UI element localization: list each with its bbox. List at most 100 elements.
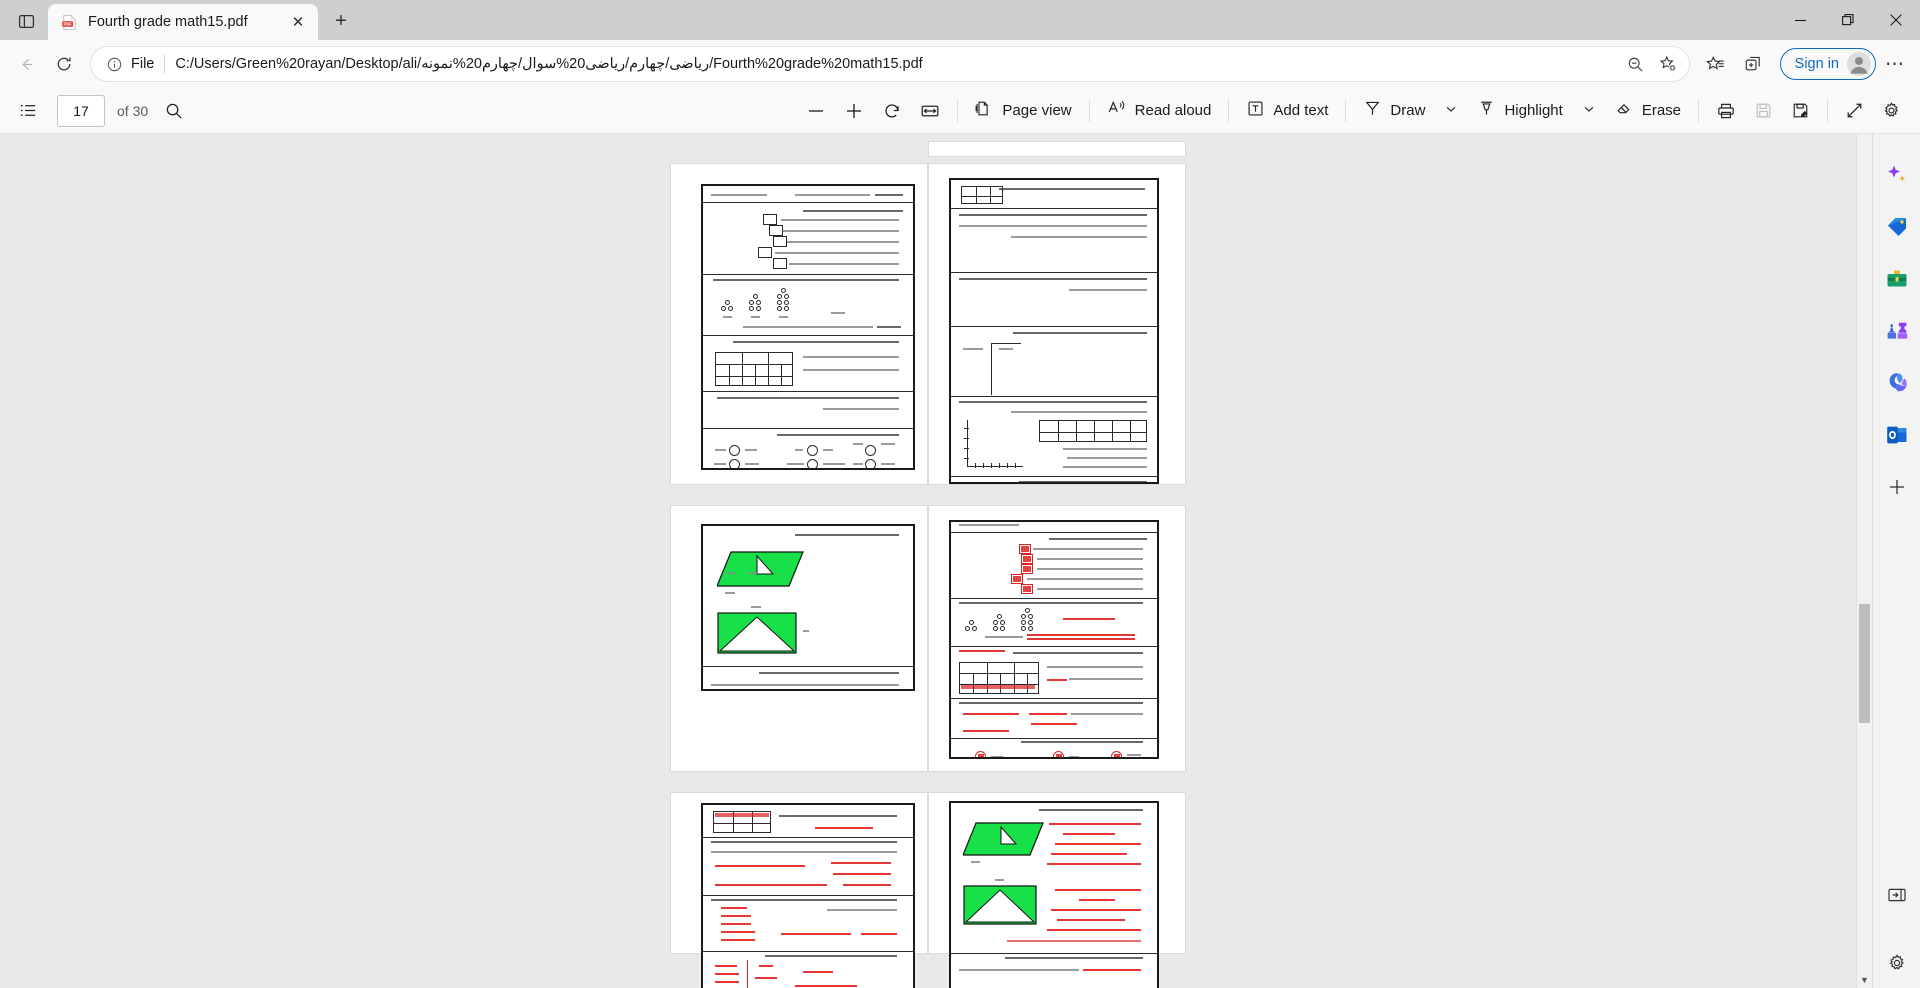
refresh-icon[interactable] [46, 46, 82, 82]
close-window-button[interactable] [1872, 0, 1920, 40]
microsoft-365-icon[interactable] [1882, 368, 1912, 398]
url-scheme-label: File [131, 56, 155, 72]
shopping-tag-icon[interactable] [1882, 212, 1912, 242]
parallelogram-shape-answer [962, 821, 1045, 864]
info-circle-icon[interactable] [103, 53, 125, 75]
worksheet-frame-4 [949, 520, 1159, 759]
profile-avatar-icon [1847, 52, 1871, 76]
page-row-1 [0, 164, 1856, 506]
pdf-page-16[interactable] [671, 164, 927, 484]
draw-button[interactable]: Draw [1354, 94, 1434, 128]
pdf-page-18[interactable] [671, 506, 927, 771]
rotate-icon[interactable] [873, 94, 911, 128]
new-tab-button[interactable]: + [324, 5, 358, 37]
highlight-button[interactable]: Highlight [1468, 94, 1571, 128]
zoom-out-button[interactable] [797, 94, 835, 128]
erase-label: Erase [1641, 102, 1681, 119]
read-aloud-button[interactable]: Read aloud [1098, 94, 1221, 128]
page-view-button[interactable]: Page view [966, 94, 1080, 128]
tab-search-icon[interactable] [4, 4, 48, 38]
tab-strip: PDF Fourth grade math15.pdf ✕ + [0, 0, 358, 40]
page-view-icon [975, 99, 994, 123]
erase-button[interactable]: Erase [1606, 94, 1690, 128]
add-favorite-icon[interactable] [1653, 49, 1683, 79]
url-bar-actions [1621, 49, 1683, 79]
pdf-settings-button[interactable] [1873, 94, 1910, 128]
games-icon[interactable] [1882, 316, 1912, 346]
highlight-options-caret[interactable] [1572, 94, 1606, 128]
url-text[interactable]: C:/Users/Green%20rayan/Desktop/ali/ریاضی… [175, 56, 1620, 72]
page-number-input[interactable]: 17 [57, 94, 105, 127]
worksheet-frame-6 [949, 801, 1159, 988]
pdf-page-21[interactable] [929, 793, 1185, 988]
draw-pen-icon [1363, 99, 1382, 123]
restore-button[interactable] [1824, 0, 1872, 40]
url-bar[interactable]: File C:/Users/Green%20rayan/Desktop/ali/… [90, 46, 1690, 82]
scroll-down-arrow-icon[interactable]: ▼ [1857, 972, 1872, 988]
toolbar-divider-2 [1088, 99, 1090, 122]
read-aloud-label: Read aloud [1134, 102, 1212, 119]
add-tab-group-icon[interactable] [1736, 46, 1772, 82]
browser-more-menu[interactable]: ⋯ [1878, 47, 1912, 81]
highlight-label: Highlight [1504, 102, 1563, 119]
browser-essentials-icon[interactable] [1882, 264, 1912, 294]
pdf-viewer[interactable] [0, 134, 1856, 988]
draw-label: Draw [1390, 102, 1426, 119]
pdf-pages-container [0, 134, 1856, 988]
minimize-button[interactable] [1776, 0, 1824, 40]
save-as-button[interactable] [1782, 94, 1819, 128]
add-text-button[interactable]: Add text [1237, 94, 1337, 128]
worksheet-frame-5 [701, 803, 915, 988]
collapse-sidebar-icon[interactable] [1882, 880, 1912, 910]
toolbar-divider [957, 99, 959, 122]
window-controls [1776, 0, 1920, 40]
table-of-contents-icon[interactable] [10, 94, 47, 128]
sign-in-button[interactable]: Sign in [1779, 48, 1876, 80]
pdf-page-20[interactable] [671, 793, 927, 988]
pdf-page-clipped[interactable] [929, 142, 1185, 156]
pdf-page-19[interactable] [929, 506, 1185, 771]
page-view-label: Page view [1002, 102, 1072, 119]
read-aloud-icon [1107, 98, 1127, 123]
rectangle-triangle-shape-answer [963, 885, 1039, 930]
page-row-clipped [0, 142, 1856, 156]
scrollbar-thumb[interactable] [1859, 603, 1870, 724]
pdf-main-area: ▼ [0, 134, 1920, 988]
search-icon[interactable] [156, 94, 192, 128]
chevron-down-icon-2 [1583, 103, 1595, 118]
close-tab-icon[interactable]: ✕ [286, 10, 310, 34]
pdf-page-17[interactable] [929, 164, 1185, 484]
favorites-list-icon[interactable] [1698, 46, 1734, 82]
fullscreen-button[interactable] [1836, 94, 1873, 128]
print-button[interactable] [1707, 94, 1745, 128]
save-button[interactable] [1745, 94, 1782, 128]
outlook-icon[interactable] [1882, 420, 1912, 450]
fit-to-width-icon[interactable] [911, 94, 949, 128]
copilot-icon[interactable] [1882, 160, 1912, 190]
page-row-2 [0, 506, 1856, 793]
toolbar-divider-4 [1345, 99, 1347, 122]
rectangle-triangle-shape [717, 612, 799, 659]
pdf-icon: PDF [60, 13, 78, 31]
highlight-marker-icon [1477, 99, 1496, 123]
draw-options-caret[interactable] [1434, 94, 1468, 128]
page-total-label: of 30 [117, 102, 149, 119]
browser-tab[interactable]: PDF Fourth grade math15.pdf ✕ [48, 4, 318, 40]
worksheet-frame-3 [701, 524, 915, 691]
sidebar-bottom-actions [1873, 948, 1920, 978]
svg-text:PDF: PDF [63, 21, 72, 26]
add-sidebar-app-button[interactable] [1882, 472, 1912, 502]
toolbar-divider-6 [1827, 99, 1828, 122]
toolbar-divider-3 [1228, 99, 1230, 122]
pdf-toolbar: 17 of 30 Page view Read aloud Add text D… [0, 88, 1920, 134]
browser-title-bar: PDF Fourth grade math15.pdf ✕ + [0, 0, 1920, 40]
toolbar-divider-5 [1698, 99, 1699, 122]
sidebar-settings-icon[interactable] [1882, 948, 1912, 978]
add-text-label: Add text [1273, 102, 1329, 119]
pdf-vertical-scrollbar[interactable]: ▼ [1856, 134, 1872, 988]
back-arrow-icon[interactable] [8, 46, 44, 82]
page-row-3 [0, 793, 1856, 988]
sign-in-label: Sign in [1794, 56, 1839, 72]
zoom-out-icon[interactable] [1621, 49, 1651, 79]
zoom-in-button[interactable] [835, 94, 873, 128]
